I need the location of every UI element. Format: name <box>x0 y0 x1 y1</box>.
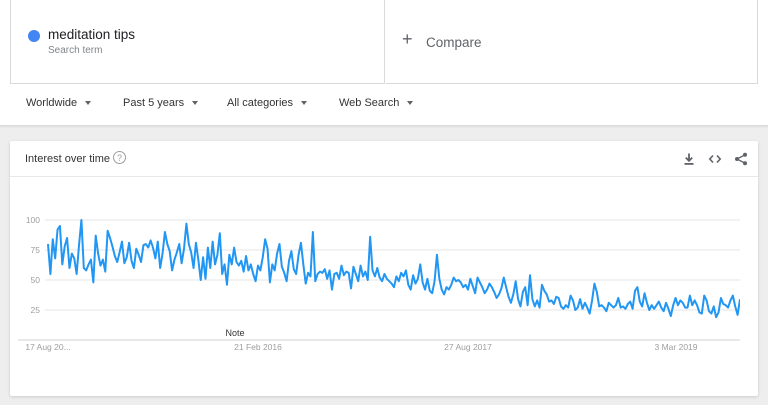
filter-search-type-dropdown[interactable]: Web Search <box>339 97 414 109</box>
x-tick-label: 21 Feb 2016 <box>234 342 282 352</box>
series-line-meditation-tips[interactable] <box>47 219 740 319</box>
search-terms-bar: meditation tips Search term + Compare <box>0 0 768 84</box>
x-tick-label: 27 Aug 2017 <box>444 342 492 352</box>
search-term-name[interactable]: meditation tips <box>48 27 135 42</box>
filter-time-label: Past 5 years <box>123 97 185 109</box>
share-icon[interactable] <box>734 152 748 166</box>
embed-code-icon[interactable] <box>708 152 722 166</box>
y-axis-ticks: 25 50 75 100 <box>26 215 40 315</box>
x-axis-ticks: 17 Aug 20... 21 Feb 2016 27 Aug 2017 3 Mar … <box>25 342 697 352</box>
y-tick-label: 75 <box>31 245 41 255</box>
filter-category-label: All categories <box>227 97 294 109</box>
y-tick-label: 100 <box>26 215 40 225</box>
dropdown-arrow-icon <box>407 101 414 106</box>
compare-label: Compare <box>426 35 482 50</box>
chart-grid <box>18 219 740 341</box>
series-color-dot <box>28 30 40 42</box>
dropdown-arrow-icon <box>301 101 308 106</box>
filter-category-dropdown[interactable]: All categories <box>227 97 308 109</box>
compare-button[interactable]: + Compare <box>386 0 758 84</box>
annotation-note[interactable]: Note <box>225 328 244 338</box>
filter-search-type-label: Web Search <box>339 97 400 109</box>
x-tick-label: 3 Mar 2019 <box>655 342 698 352</box>
search-term-card[interactable]: meditation tips Search term <box>10 0 385 84</box>
filter-region-label: Worldwide <box>26 97 78 109</box>
chart-annotations: Note <box>225 328 244 338</box>
x-tick-label: 17 Aug 20... <box>25 342 70 352</box>
filter-bar: Worldwide Past 5 years All categories We… <box>0 84 768 126</box>
search-term-sublabel: Search term <box>48 45 103 56</box>
dropdown-arrow-icon <box>85 101 92 106</box>
card-header: Interest over time ? <box>10 141 758 177</box>
dropdown-arrow-icon <box>192 101 199 106</box>
filter-time-dropdown[interactable]: Past 5 years <box>123 97 199 109</box>
interest-chart: 25 50 75 100 17 Aug 20... 21 Feb 2016 27 Aug … <box>18 215 740 352</box>
card-title: Interest over time <box>25 153 110 165</box>
y-tick-label: 50 <box>31 275 41 285</box>
help-icon[interactable]: ? <box>113 151 126 164</box>
plus-icon: + <box>402 29 413 49</box>
y-tick-label: 25 <box>31 305 41 315</box>
filter-region-dropdown[interactable]: Worldwide <box>26 97 92 109</box>
download-icon[interactable] <box>682 152 696 166</box>
